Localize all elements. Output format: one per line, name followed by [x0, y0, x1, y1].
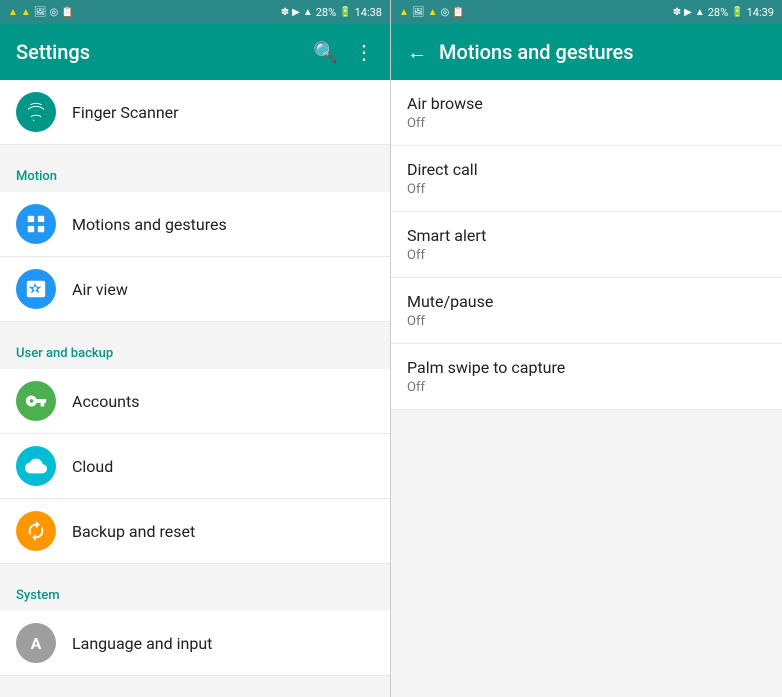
right-time: 14:39	[747, 6, 774, 19]
direct-call-title: Direct call	[407, 160, 766, 179]
back-button[interactable]: ←	[407, 40, 427, 65]
air-browse-title: Air browse	[407, 94, 766, 113]
settings-item-language-input[interactable]: A Language and input	[0, 611, 390, 676]
backup-reset-title: Backup and reset	[72, 522, 195, 541]
bluetooth-icon: ✽	[281, 7, 289, 18]
right-battery-percent: 28%	[708, 6, 728, 19]
mute-pause-title: Mute/pause	[407, 292, 766, 311]
backup-reset-text: Backup and reset	[72, 522, 195, 541]
search-icon[interactable]: 🔍	[313, 40, 338, 64]
language-input-icon: A	[16, 623, 56, 663]
settings-item-cloud[interactable]: Cloud	[0, 434, 390, 499]
gap-3	[0, 564, 390, 572]
right-warning-icon-2: ▲	[428, 7, 438, 18]
battery-icon: 🔋	[339, 7, 351, 18]
right-warning-icon-1: ▲	[399, 7, 409, 18]
right-status-icons: ▲ 🖼 ▲ ◎ 📋	[399, 7, 465, 18]
accounts-text: Accounts	[72, 392, 139, 411]
cloud-text: Cloud	[72, 457, 113, 476]
motion-item-palm-swipe[interactable]: Palm swipe to capture Off	[391, 344, 782, 410]
settings-item-motions-gestures[interactable]: Motions and gestures	[0, 192, 390, 257]
smart-alert-title: Smart alert	[407, 226, 766, 245]
cloud-icon	[16, 446, 56, 486]
right-panel: ▲ 🖼 ▲ ◎ 📋 ✽ ▶ ▲ 28% 🔋 14:39 ← Motions an…	[391, 0, 782, 697]
time-left: 14:38	[355, 6, 382, 19]
finger-scanner-icon	[16, 92, 56, 132]
right-circle-icon: ◎	[441, 7, 450, 18]
right-status-right: ✽ ▶ ▲ 28% 🔋 14:39	[673, 6, 774, 19]
clipboard-icon: 📋	[61, 7, 73, 18]
palm-swipe-title: Palm swipe to capture	[407, 358, 766, 377]
circle-icon: ◎	[50, 7, 59, 18]
left-status-icons: ▲ ▲ 🖼 ◎ 📋	[8, 7, 74, 18]
air-view-text: Air view	[72, 280, 128, 299]
settings-item-finger-scanner[interactable]: Finger Scanner	[0, 80, 390, 145]
air-browse-status: Off	[407, 116, 766, 131]
motions-gestures-icon	[16, 204, 56, 244]
finger-scanner-text: Finger Scanner	[72, 103, 179, 122]
left-settings-list: Finger Scanner Motion Motions and gestur…	[0, 80, 390, 697]
finger-scanner-title: Finger Scanner	[72, 103, 179, 122]
accounts-title: Accounts	[72, 392, 139, 411]
right-status-bar: ▲ 🖼 ▲ ◎ 📋 ✽ ▶ ▲ 28% 🔋 14:39	[391, 0, 782, 24]
battery-percent: 28%	[316, 6, 336, 19]
left-panel: ▲ ▲ 🖼 ◎ 📋 ✽ ▶ ▲ 28% 🔋 14:38 Settings 🔍 ⋮	[0, 0, 391, 697]
user-backup-section-header: User and backup	[0, 330, 390, 369]
system-section-header: System	[0, 572, 390, 611]
right-settings-list: Air browse Off Direct call Off Smart ale…	[391, 80, 782, 697]
left-app-bar-title: Settings	[16, 40, 313, 64]
settings-item-accounts[interactable]: Accounts	[0, 369, 390, 434]
left-status-right: ✽ ▶ ▲ 28% 🔋 14:38	[281, 6, 382, 19]
motion-item-air-browse[interactable]: Air browse Off	[391, 80, 782, 146]
gap-2	[0, 322, 390, 330]
smart-alert-status: Off	[407, 248, 766, 263]
warning-icon-1: ▲	[8, 7, 18, 18]
right-app-bar-title: Motions and gestures	[439, 40, 766, 64]
right-clipboard-icon: 📋	[452, 7, 464, 18]
settings-item-backup-reset[interactable]: Backup and reset	[0, 499, 390, 564]
motion-item-direct-call[interactable]: Direct call Off	[391, 146, 782, 212]
accounts-icon	[16, 381, 56, 421]
right-wifi-icon: ▶	[684, 7, 692, 18]
backup-reset-icon	[16, 511, 56, 551]
left-app-bar: Settings 🔍 ⋮	[0, 24, 390, 80]
palm-swipe-status: Off	[407, 380, 766, 395]
motion-item-mute-pause[interactable]: Mute/pause Off	[391, 278, 782, 344]
motion-item-smart-alert[interactable]: Smart alert Off	[391, 212, 782, 278]
motions-gestures-title: Motions and gestures	[72, 215, 227, 234]
right-battery-icon: 🔋	[731, 7, 743, 18]
direct-call-status: Off	[407, 182, 766, 197]
motions-gestures-text: Motions and gestures	[72, 215, 227, 234]
right-image-icon: 🖼	[412, 7, 425, 18]
left-status-bar: ▲ ▲ 🖼 ◎ 📋 ✽ ▶ ▲ 28% 🔋 14:38	[0, 0, 390, 24]
right-bluetooth-icon: ✽	[673, 7, 681, 18]
right-signal-icon: ▲	[695, 7, 705, 18]
cloud-title: Cloud	[72, 457, 113, 476]
air-view-icon	[16, 269, 56, 309]
left-app-bar-actions: 🔍 ⋮	[313, 40, 374, 64]
mute-pause-status: Off	[407, 314, 766, 329]
signal-icon: ▲	[303, 7, 313, 18]
language-input-title: Language and input	[72, 634, 212, 653]
settings-item-air-view[interactable]: Air view	[0, 257, 390, 322]
wifi-icon: ▶	[292, 7, 300, 18]
image-icon: 🖼	[34, 7, 47, 18]
air-view-title: Air view	[72, 280, 128, 299]
gap-1	[0, 145, 390, 153]
more-options-icon[interactable]: ⋮	[354, 40, 374, 64]
motion-section-header: Motion	[0, 153, 390, 192]
right-app-bar: ← Motions and gestures	[391, 24, 782, 80]
language-input-text: Language and input	[72, 634, 212, 653]
warning-icon-2: ▲	[21, 7, 31, 18]
